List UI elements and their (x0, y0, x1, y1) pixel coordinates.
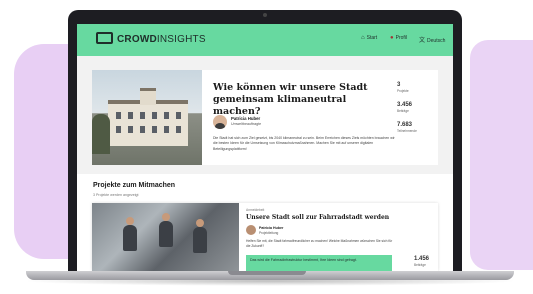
card-author-avatar (246, 225, 256, 235)
laptop-screen: CROWDINSIGHTS ⌂Start ●Profil 文Deutsch (77, 24, 453, 271)
nav-item-label: Start (366, 35, 378, 41)
card-description: Helfen Sie mit, die Stadt fahrradfreundl… (246, 239, 393, 248)
window-shape (116, 112, 121, 119)
section-subtitle: 3 Projekte werden angezeigt (93, 193, 139, 197)
speech-bubble-logo-icon[interactable] (96, 32, 113, 44)
tree-shape (92, 114, 110, 154)
card-author-name: Patricia Huber (259, 226, 284, 230)
building-tower-shape (140, 88, 156, 105)
cyclist-head-shape (126, 217, 134, 225)
logo-bold-text: CROWD (117, 34, 157, 45)
nav-item-deutsch[interactable]: 文 Deutsch (419, 35, 445, 44)
window-shape (140, 126, 145, 133)
cyclist-head-shape (162, 213, 170, 221)
window-shape (140, 112, 145, 119)
stat-projects: 3 Projekte (397, 82, 409, 93)
card-stat: 1.456 Beiträge (414, 256, 429, 267)
stat-value: 3.456 (397, 102, 413, 108)
card-author-role: Projektleitung (259, 231, 279, 235)
app-logo[interactable]: CROWDINSIGHTS (117, 34, 206, 45)
webcam-icon (263, 13, 267, 17)
window-shape (176, 112, 181, 119)
stat-contributions: 3.456 Beiträge (397, 102, 412, 113)
language-icon: 文 (419, 38, 426, 44)
window-shape (116, 126, 121, 133)
cyclist-shape (193, 227, 207, 253)
town-hall-image (92, 70, 202, 165)
cyclist-head-shape (196, 219, 204, 227)
top-navbar: CROWDINSIGHTS ⌂ Start ● Profil 文 Deutsch (77, 24, 453, 56)
stat-label: Projekte (397, 89, 409, 93)
window-shape (128, 112, 133, 119)
cyclists-image (92, 203, 239, 271)
card-cta-banner[interactable]: Das wird die Fahrradinfrastruktur bestim… (246, 255, 392, 271)
window-shape (164, 112, 169, 119)
cyclist-shape (123, 225, 137, 251)
stat-value: 1.456 (414, 256, 430, 262)
author-role: Umweltbeauftragte (231, 122, 262, 126)
stat-value: 7.683 (397, 122, 413, 128)
stat-value: 3 (397, 82, 401, 88)
card-title[interactable]: Unsere Stadt soll zur Fahrradstadt werde… (246, 214, 431, 221)
window-shape (152, 126, 157, 133)
stat-label: Teilnehmende (397, 129, 417, 133)
nav-item-profil[interactable]: ● Profil (390, 35, 407, 41)
hero-card[interactable]: Wie können wir unsere Stadt gemeinsam kl… (92, 70, 438, 165)
nav-item-label: Profil (395, 35, 408, 41)
stat-label: Beiträge (397, 109, 409, 113)
window-shape (164, 126, 169, 133)
project-card[interactable]: Anmeldebeit Unsere Stadt soll zur Fahrra… (92, 203, 438, 271)
laptop-notch (228, 271, 306, 275)
profile-icon: ● (390, 35, 394, 41)
window-shape (176, 126, 181, 133)
stat-participants: 7.683 Teilnehmende (397, 122, 417, 133)
author-name: Patricia Huber (231, 116, 261, 121)
building-shape (108, 100, 188, 146)
nav-item-label: Deutsch (427, 38, 446, 44)
hero-title: Wie können wir unsere Stadt gemeinsam kl… (213, 82, 368, 117)
card-date: Anmeldebeit (246, 208, 265, 212)
nav-item-start[interactable]: ⌂ Start (361, 35, 377, 41)
stat-label: Beiträge (414, 263, 426, 267)
projects-section: Projekte zum Mitmachen 3 Projekte werden… (77, 174, 453, 271)
logo-light-text: INSIGHTS (156, 34, 206, 45)
author-avatar (213, 115, 227, 129)
window-shape (128, 126, 133, 133)
decorative-blob-right (470, 40, 533, 270)
window-shape (152, 112, 157, 119)
section-title: Projekte zum Mitmachen (93, 182, 176, 189)
hero-description: Die Stadt hat sich zum Ziel gesetzt, bis… (213, 136, 395, 151)
home-icon: ⌂ (361, 35, 365, 41)
cyclist-shape (159, 221, 173, 247)
